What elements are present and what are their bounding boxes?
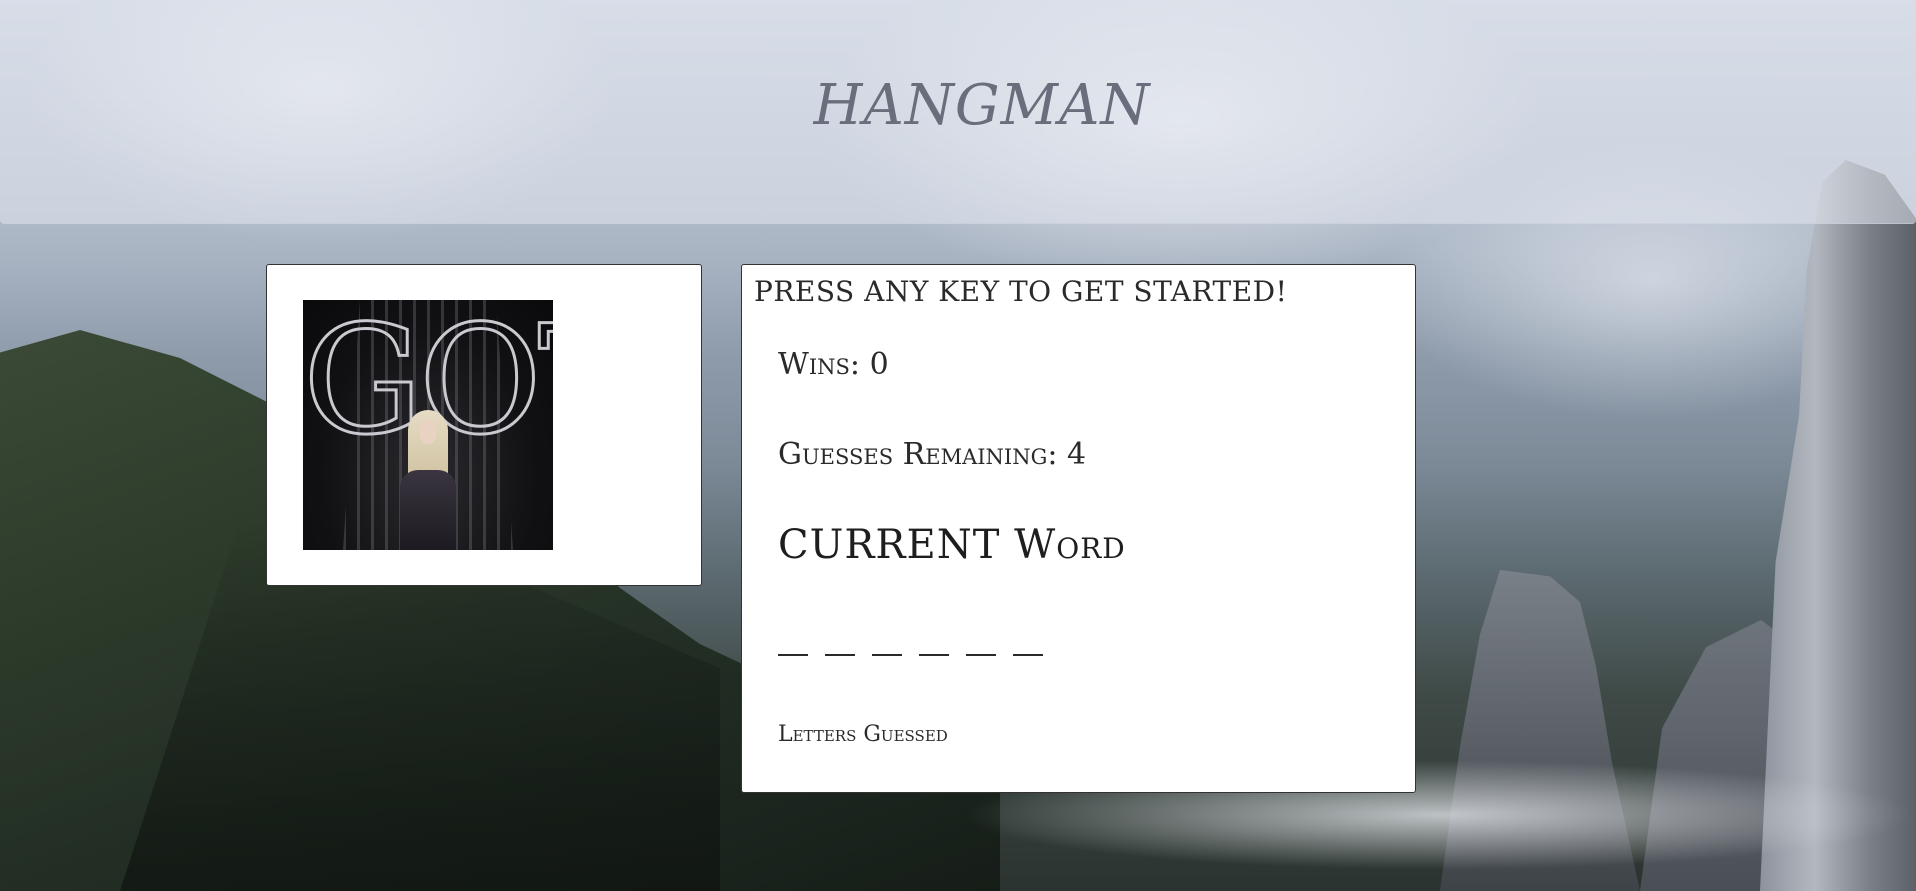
guesses-remaining-stat: Guesses Remaining4: [778, 437, 1086, 472]
poster-character: [400, 410, 456, 550]
guesses-remaining-value: 4: [1067, 437, 1087, 472]
castle-tower: [1760, 160, 1916, 891]
character-body: [400, 470, 456, 550]
letter-blank: [966, 620, 996, 656]
character-face: [420, 420, 436, 444]
right-rock-outcrop: [1640, 620, 1860, 891]
page-title: HANGMAN: [813, 73, 1151, 138]
guesses-remaining-label: Guesses Remaining: [778, 437, 1067, 472]
game-of-thrones-poster: GOT: [303, 300, 553, 550]
middle-rock-spire: [1440, 570, 1640, 891]
wins-label: Wins: [778, 347, 870, 382]
current-word-blanks: [778, 620, 1043, 656]
wins-stat: Wins0: [778, 347, 889, 382]
wins-value: 0: [869, 347, 889, 382]
letter-blank: [778, 620, 808, 656]
start-prompt: PRESS ANY KEY TO GET STARTED!: [754, 275, 1288, 308]
letter-blank: [872, 620, 902, 656]
current-word-heading: CURRENT Word: [778, 522, 1126, 568]
letter-blank: [825, 620, 855, 656]
game-panel: PRESS ANY KEY TO GET STARTED! Wins0 Gues…: [741, 264, 1416, 793]
page-header: HANGMAN: [0, 0, 1916, 224]
image-panel: GOT: [266, 264, 702, 586]
letter-blank: [919, 620, 949, 656]
letters-guessed-label: Letters Guessed: [778, 722, 948, 747]
letter-blank: [1013, 620, 1043, 656]
